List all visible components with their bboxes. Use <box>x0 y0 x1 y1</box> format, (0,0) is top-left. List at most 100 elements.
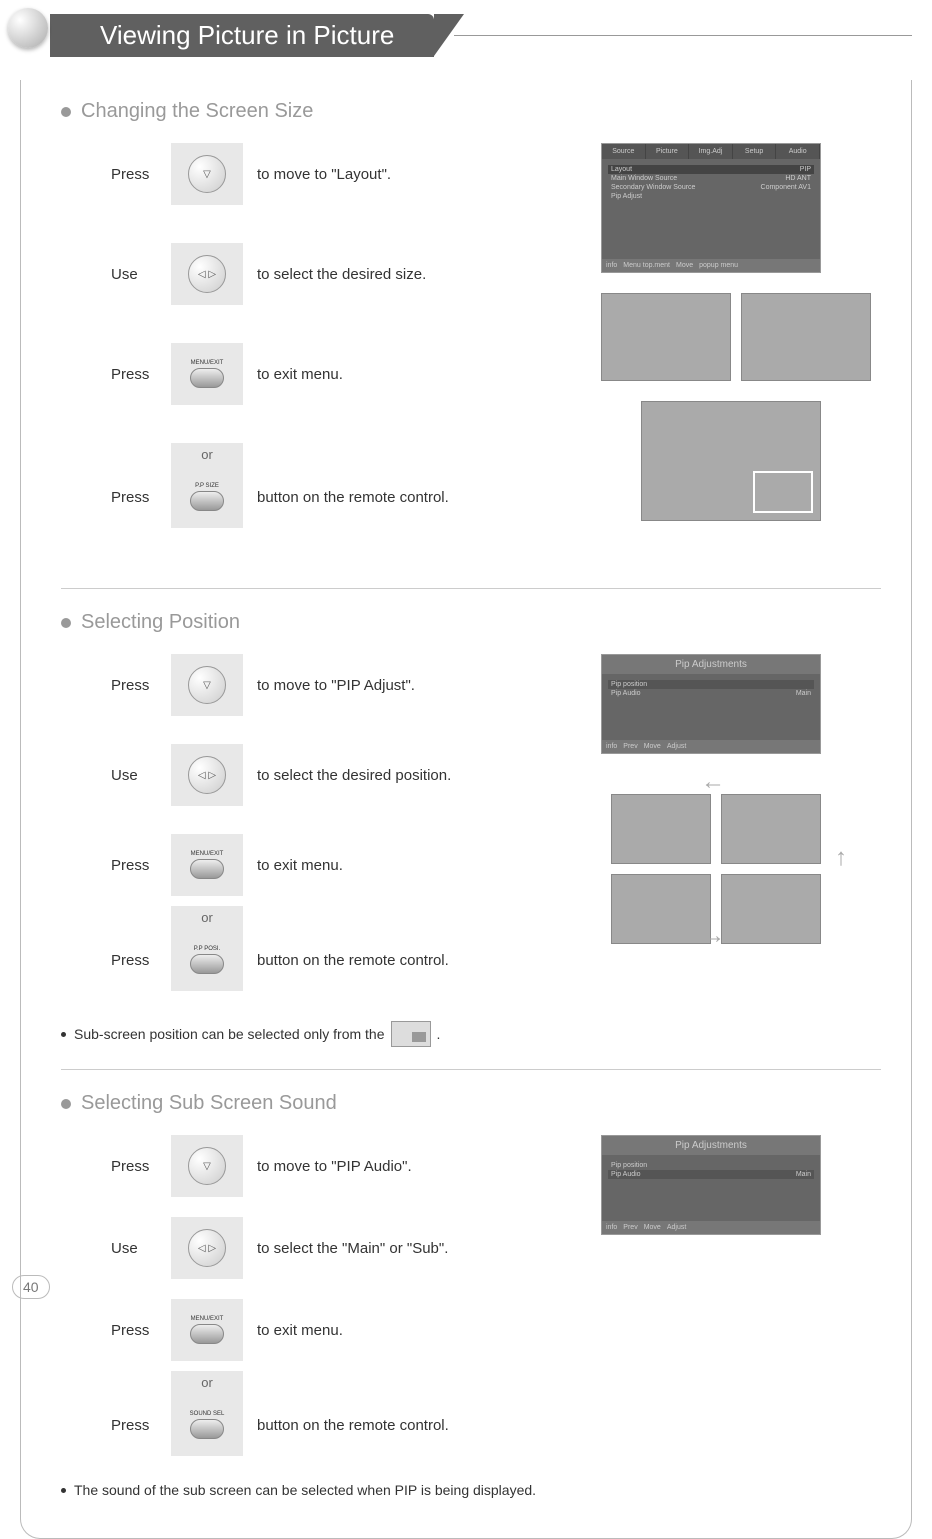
step-action: Press <box>111 1158 171 1175</box>
step-desc: to exit menu. <box>257 857 343 874</box>
screenshot-title: Pip Adjustments <box>602 655 820 674</box>
step-action: Press <box>111 366 171 383</box>
menu-tab: Img.Adj <box>689 144 733 159</box>
divider <box>61 588 881 589</box>
menu-exit-button-icon: MENU/EXIT <box>171 834 243 896</box>
size-example-split <box>601 293 881 381</box>
step-row: Press SOUND SEL button on the remote con… <box>111 1394 601 1456</box>
menu-exit-button-icon: MENU/EXIT <box>171 343 243 405</box>
or-text: or <box>171 443 243 466</box>
menu-row-label: Secondary Window Source <box>611 184 695 191</box>
note-text: Sub-screen position can be selected only… <box>74 1026 385 1042</box>
step-desc: to move to "PIP Audio". <box>257 1158 412 1175</box>
button-label: SOUND SEL <box>190 1411 225 1417</box>
step-action: Press <box>111 857 171 874</box>
step-desc: button on the remote control. <box>257 489 449 506</box>
divider <box>61 1069 881 1070</box>
menu-row-value: HD ANT <box>785 175 811 182</box>
footer-item: info <box>606 1224 617 1231</box>
position-note: Sub-screen position can be selected only… <box>61 1021 601 1047</box>
step-row: Press ▽ to move to "PIP Audio". <box>111 1135 601 1197</box>
arrow-up-icon: ↑ <box>835 844 847 872</box>
step-action: Press <box>111 489 171 506</box>
screenshot-title: Pip Adjustments <box>602 1136 820 1155</box>
menu-row-label: Pip Adjust <box>611 193 642 200</box>
step-desc: to select the desired position. <box>257 767 451 784</box>
left-right-nav-button-icon: ◁ ▷ <box>171 1217 243 1279</box>
section-title: Selecting Position <box>61 611 881 634</box>
bullet-icon <box>61 618 71 628</box>
menu-row-label: Pip position <box>611 681 647 688</box>
bullet-icon <box>61 1488 66 1493</box>
step-row: Press P.P POSI. button on the remote con… <box>111 929 601 991</box>
section-title: Selecting Sub Screen Sound <box>61 1092 881 1115</box>
title-decor-circle <box>8 8 48 48</box>
pip-posi-button-icon: P.P POSI. <box>171 929 243 991</box>
footer-item: Move <box>644 1224 661 1231</box>
arrow-left-icon: ← <box>701 768 725 796</box>
step-row: Use ◁ ▷ to select the desired size. <box>111 243 601 305</box>
footer-item: Adjust <box>667 743 686 750</box>
step-action: Use <box>111 767 171 784</box>
menu-row-value: Main <box>796 1171 811 1178</box>
bullet-icon <box>61 1099 71 1109</box>
title-rule <box>454 35 912 36</box>
step-row: Use ◁ ▷ to select the desired position. <box>111 744 601 806</box>
step-action: Press <box>111 952 171 969</box>
menu-tab: Source <box>602 144 646 159</box>
step-action: Press <box>111 1322 171 1339</box>
footer-item: Move <box>644 743 661 750</box>
step-desc: to exit menu. <box>257 366 343 383</box>
down-nav-button-icon: ▽ <box>171 1135 243 1197</box>
bullet-icon <box>61 1032 66 1037</box>
step-action: Press <box>111 677 171 694</box>
menu-tab: Setup <box>733 144 777 159</box>
step-desc: to select the "Main" or "Sub". <box>257 1240 448 1257</box>
note-text: The sound of the sub screen can be selec… <box>74 1482 536 1498</box>
section-sub-sound: Selecting Sub Screen Sound Press ▽ to mo… <box>61 1092 881 1498</box>
step-action: Press <box>111 1417 171 1434</box>
menu-exit-button-icon: MENU/EXIT <box>171 1299 243 1361</box>
step-action: Press <box>111 166 171 183</box>
down-nav-button-icon: ▽ <box>171 654 243 716</box>
step-action: Use <box>111 1240 171 1257</box>
section-selecting-position: Selecting Position Press ▽ to move to "P… <box>61 611 881 1047</box>
button-label: MENU/EXIT <box>191 360 224 366</box>
page-title: Viewing Picture in Picture <box>50 14 434 57</box>
step-desc: button on the remote control. <box>257 1417 449 1434</box>
step-action: Use <box>111 266 171 283</box>
down-nav-button-icon: ▽ <box>171 143 243 205</box>
menu-row-value: Main <box>796 690 811 697</box>
step-desc: to move to "PIP Adjust". <box>257 677 415 694</box>
footer-item: info <box>606 262 617 269</box>
menu-row-label: Pip Audio <box>611 690 641 697</box>
note-end: . <box>437 1026 441 1042</box>
button-label: P.P SIZE <box>195 483 219 489</box>
footer-item: Move <box>676 262 693 269</box>
section-changing-size: Changing the Screen Size Press ▽ to move… <box>61 100 881 566</box>
or-text: or <box>171 906 243 929</box>
step-desc: button on the remote control. <box>257 952 449 969</box>
footer-item: Adjust <box>667 1224 686 1231</box>
step-row: Press MENU/EXIT to exit menu. <box>111 343 601 405</box>
size-example-pip <box>641 401 821 521</box>
footer-item: Prev <box>623 743 637 750</box>
step-desc: to select the desired size. <box>257 266 426 283</box>
footer-item: popup menu <box>699 262 738 269</box>
footer-item: info <box>606 743 617 750</box>
sound-sel-button-icon: SOUND SEL <box>171 1394 243 1456</box>
position-diagram: ← ↑ → <box>601 774 841 944</box>
or-text: or <box>171 1371 243 1394</box>
title-bar: Viewing Picture in Picture <box>20 10 912 60</box>
page-number: 40 <box>12 1275 50 1299</box>
menu-row-label: Layout <box>611 166 632 173</box>
left-right-nav-button-icon: ◁ ▷ <box>171 243 243 305</box>
step-row: Press ▽ to move to "Layout". <box>111 143 601 205</box>
step-row: Press P.P SIZE button on the remote cont… <box>111 466 601 528</box>
step-row: Press MENU/EXIT to exit menu. <box>111 1299 601 1361</box>
section-title: Changing the Screen Size <box>61 100 881 123</box>
section-title-text: Changing the Screen Size <box>81 100 313 123</box>
left-right-nav-button-icon: ◁ ▷ <box>171 744 243 806</box>
button-label: MENU/EXIT <box>191 851 224 857</box>
section-title-text: Selecting Sub Screen Sound <box>81 1092 337 1115</box>
